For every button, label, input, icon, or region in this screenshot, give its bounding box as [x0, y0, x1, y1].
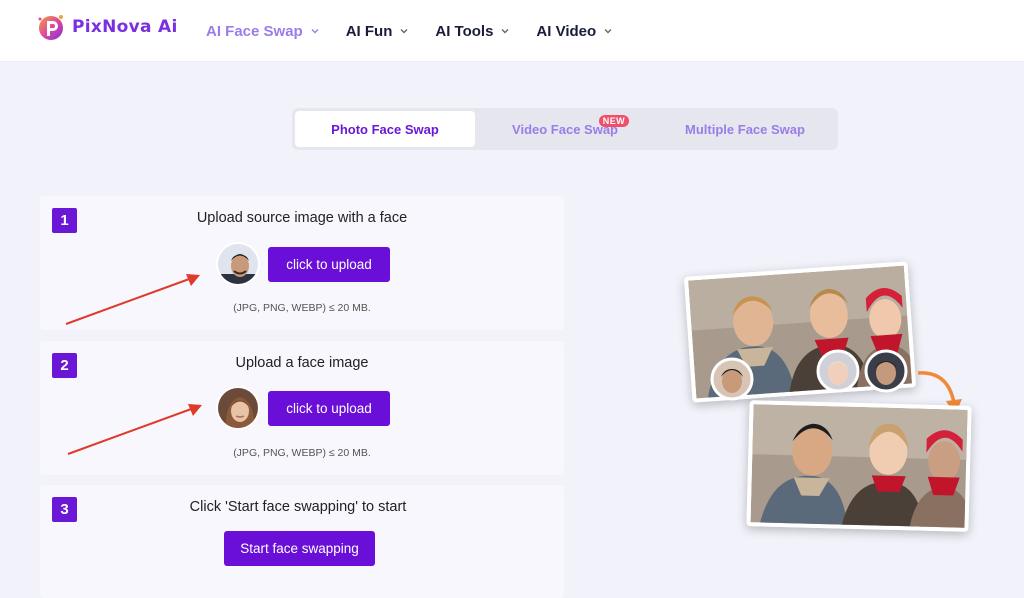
nav-label: AI Video [536, 22, 597, 40]
step-title: Upload source image with a face [196, 210, 408, 226]
face-thumb-2-icon [816, 349, 860, 393]
face-thumb-1-icon [710, 357, 754, 401]
chevron-down-icon [604, 29, 612, 34]
brand-logo[interactable]: PixNova Ai [36, 12, 178, 42]
chevron-down-icon [311, 29, 319, 34]
new-badge: NEW [598, 115, 629, 127]
nav-ai-video[interactable]: AI Video [536, 23, 613, 40]
chevron-down-icon [501, 29, 509, 34]
nav-ai-tools[interactable]: AI Tools [435, 23, 510, 40]
pointer-arrow-icon [67, 404, 202, 455]
woman-avatar-icon [218, 388, 258, 428]
nav-label: AI Fun [345, 22, 393, 40]
pointer-arrow-icon [65, 274, 200, 325]
nav-label: AI Face Swap [206, 22, 303, 40]
main-nav: AI Face Swap AI Fun AI Tools AI Video [206, 0, 613, 62]
step-title: Click 'Start face swapping' to start [189, 499, 407, 515]
step-3-panel: 3 Click 'Start face swapping' to start S… [40, 485, 564, 598]
step-title: Upload a face image [235, 355, 369, 371]
top-header: PixNova Ai AI Face Swap AI Fun AI Tools … [0, 0, 1024, 62]
tab-label: Photo Face Swap [331, 121, 439, 137]
nav-ai-fun[interactable]: AI Fun [346, 23, 410, 40]
logo-icon [36, 12, 66, 42]
example-preview [576, 195, 1024, 598]
tab-label: Multiple Face Swap [685, 121, 805, 137]
man-avatar-icon [218, 244, 258, 284]
upload-face-button[interactable]: click to upload [268, 391, 390, 426]
upload-source-button[interactable]: click to upload [268, 247, 390, 282]
start-face-swapping-button[interactable]: Start face swapping [224, 531, 375, 566]
source-avatar [216, 242, 260, 286]
face-thumb-3-icon [864, 349, 908, 393]
swapped-group-photo [746, 400, 972, 532]
nav-label: AI Tools [435, 22, 494, 40]
nav-ai-face-swap[interactable]: AI Face Swap [206, 23, 320, 40]
tab-multiple-face-swap[interactable]: Multiple Face Swap [655, 111, 835, 147]
swapped-photo-image [750, 404, 972, 532]
chevron-down-icon [400, 29, 408, 34]
tab-video-face-swap[interactable]: Video Face Swap NEW [475, 111, 655, 147]
tab-photo-face-swap[interactable]: Photo Face Swap [295, 111, 475, 147]
mode-tabs: Photo Face Swap Video Face Swap NEW Mult… [292, 108, 838, 150]
brand-name: PixNova Ai [72, 17, 178, 37]
face-avatar [216, 386, 260, 430]
